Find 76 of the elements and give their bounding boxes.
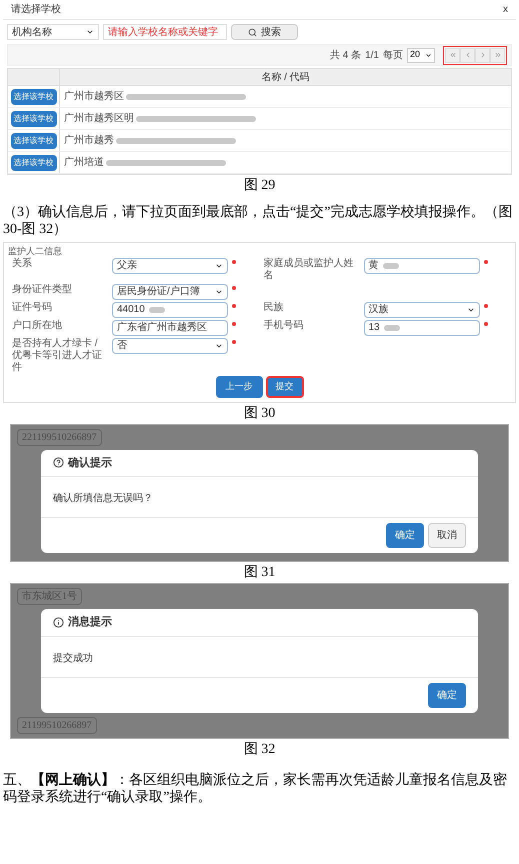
school-name: 广州培道 <box>64 156 104 170</box>
per-page-select[interactable]: 20 <box>407 48 435 62</box>
figure-caption: 图 31 <box>244 564 276 582</box>
required-mark-icon <box>232 286 236 290</box>
chevron-down-icon <box>466 306 474 314</box>
required-mark-icon <box>232 304 236 308</box>
school-name: 广州市越秀区 <box>64 90 124 104</box>
step-paragraph: （3）确认信息后，请下拉页面到最底部，点击“提交”完成志愿学校填报操作。（图 30-图 32） <box>2 204 514 238</box>
chevron-down-icon <box>215 288 223 296</box>
figure-caption: 图 32 <box>244 740 276 758</box>
figure-caption: 图 29 <box>244 177 276 195</box>
select-school-button[interactable]: 选择该学校 <box>10 154 56 170</box>
field-label: 证件号码 <box>12 302 53 314</box>
required-mark-icon <box>232 340 236 344</box>
school-name: 广州市越秀 <box>64 134 114 148</box>
form-button[interactable]: 提交 <box>266 376 304 398</box>
required-mark-icon <box>484 260 488 264</box>
filter-select[interactable]: 机构名称 <box>7 24 99 40</box>
search-button[interactable]: 搜索 <box>231 24 298 40</box>
double-chevron-right-icon <box>494 51 502 59</box>
page-number: 1/1 <box>365 48 379 62</box>
last-page-button[interactable] <box>490 48 505 62</box>
double-chevron-left-icon <box>448 51 456 59</box>
field-label: 关系 <box>12 258 33 270</box>
select-school-button[interactable]: 选择该学校 <box>10 132 56 148</box>
field-label: 民族 <box>264 302 284 314</box>
chevron-down-icon <box>86 28 94 36</box>
select-field[interactable]: 居民身份证/户口簿 <box>112 284 228 300</box>
required-mark-icon <box>484 322 488 326</box>
select-field[interactable]: 汉族 <box>364 302 480 318</box>
info-icon <box>53 616 64 628</box>
question-icon <box>53 457 64 468</box>
select-field[interactable]: 否 <box>112 338 228 354</box>
search-icon <box>248 28 257 36</box>
required-mark-icon <box>484 304 488 308</box>
field-label: 身份证件类型 <box>12 284 73 296</box>
input-field[interactable]: 黄 <box>364 258 480 274</box>
field-label: 手机号码 <box>264 320 304 332</box>
dialog-title: 请选择学校 <box>11 2 61 17</box>
form-button[interactable]: 上一步 <box>216 376 262 398</box>
field-label: 家庭成员或监护人姓名 <box>264 258 354 282</box>
select-field[interactable]: 父亲 <box>112 258 228 274</box>
search-field[interactable]: 请输入学校名称或关键字 <box>103 24 227 40</box>
chevron-down-icon <box>425 52 432 58</box>
input-field[interactable]: 44010 <box>112 302 228 318</box>
form-legend: 监护人二信息 <box>8 247 511 256</box>
modal-title: 消息提示 <box>68 614 112 630</box>
column-header: 名称 / 代码 <box>261 70 310 84</box>
modal-message: 提交成功 <box>53 652 93 664</box>
dialog-button[interactable]: 确定 <box>428 682 466 708</box>
total-count: 共 4 条 <box>330 48 362 62</box>
per-page-label: 每页 <box>383 48 403 62</box>
school-name: 广州市越秀区明 <box>64 112 134 126</box>
dialog-button[interactable]: 取消 <box>428 523 466 548</box>
field-label: 户口所在地 <box>12 320 63 332</box>
blurred-text-icon <box>384 324 400 332</box>
close-button[interactable]: x <box>503 2 508 17</box>
blurred-text-icon <box>382 262 398 270</box>
input-field[interactable]: 广东省广州市越秀区 <box>112 320 228 336</box>
select-school-button[interactable]: 选择该学校 <box>10 88 56 104</box>
section-paragraph: 五、【网上确认】：各区组织电脑派位之后，家长需再次凭适龄儿童报名信息及密码登录系统进行“确认录取”操作。 <box>2 772 508 806</box>
first-page-button[interactable] <box>445 48 460 62</box>
modal-message: 确认所填信息无误吗？ <box>53 493 153 504</box>
next-page-button[interactable] <box>475 48 490 62</box>
figure-caption: 图 30 <box>244 404 276 422</box>
field-label: 是否持有人才绿卡 / 优粤卡等引进人才证件 <box>12 338 103 374</box>
required-mark-icon <box>232 322 236 326</box>
blurred-text-icon <box>148 306 165 314</box>
modal-title: 确认提示 <box>68 456 112 470</box>
input-field[interactable]: 13 <box>364 320 480 336</box>
dialog-button[interactable]: 确定 <box>386 523 424 548</box>
chevron-down-icon <box>215 342 223 350</box>
select-school-button[interactable]: 选择该学校 <box>10 110 56 126</box>
previous-page-button[interactable] <box>460 48 475 62</box>
required-mark-icon <box>232 260 236 264</box>
chevron-down-icon <box>215 262 223 270</box>
